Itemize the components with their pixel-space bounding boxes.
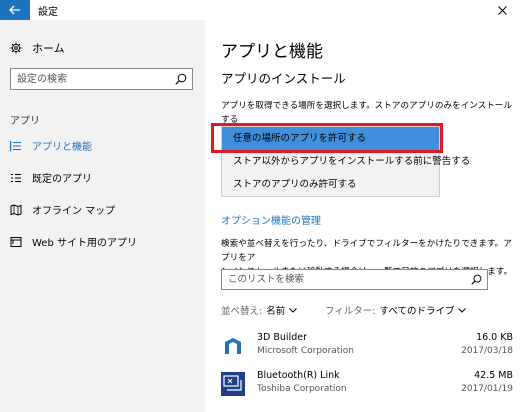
- window-title: 設定: [38, 7, 58, 18]
- sidebar-item-offline-maps[interactable]: オフライン マップ: [10, 202, 115, 217]
- app-size: 16.0 KB: [476, 332, 513, 343]
- filter-value: すべてのドライブ: [379, 306, 455, 317]
- app-list-item[interactable]: Bluetooth(R) Link Toshiba Corporation 42…: [221, 370, 513, 406]
- app-name: 3D Builder: [257, 332, 307, 343]
- filter-label: フィルター:: [325, 306, 376, 317]
- default-apps-icon: [10, 172, 22, 184]
- search-icon[interactable]: [175, 73, 187, 85]
- map-icon: [10, 203, 22, 216]
- sidebar-section-label: アプリ: [10, 116, 40, 127]
- app-name: Bluetooth(R) Link: [257, 370, 340, 381]
- chevron-down-icon: [458, 307, 467, 313]
- app-date: 2017/01/19: [461, 384, 513, 394]
- search-icon[interactable]: [471, 274, 482, 285]
- close-icon: [497, 5, 507, 15]
- optional-features-link[interactable]: オプション機能の管理: [221, 212, 321, 227]
- sort-value: 名前: [266, 306, 286, 317]
- sidebar-item-apps-features[interactable]: アプリと機能: [10, 138, 92, 153]
- sidebar-item-default-apps[interactable]: 既定のアプリ: [10, 170, 92, 185]
- sidebar-item-label: アプリと機能: [32, 142, 92, 153]
- app-size: 42.5 MB: [474, 370, 513, 381]
- gear-icon: [10, 42, 22, 54]
- dropdown-option-store-only[interactable]: ストアのアプリのみ許可する: [222, 173, 439, 196]
- app-list-item[interactable]: 3D Builder Microsoft Corporation 16.0 KB…: [221, 332, 513, 368]
- dropdown-option-warn[interactable]: ストア以外からアプリをインストールする前に警告する: [222, 150, 470, 173]
- sort-label: 並べ替え:: [221, 306, 263, 317]
- sidebar-item-label: Web サイト用のアプリ: [32, 238, 137, 249]
- title-bar: 設定: [0, 0, 521, 20]
- sort-dropdown[interactable]: 並べ替え: 名前: [221, 303, 298, 317]
- app-publisher: Toshiba Corporation: [257, 384, 347, 394]
- close-button[interactable]: [489, 0, 515, 20]
- bluetooth-link-icon: [221, 372, 245, 396]
- filter-dropdown[interactable]: フィルター: すべてのドライブ: [325, 303, 467, 317]
- app-list-search-box[interactable]: [221, 269, 488, 290]
- sidebar-home-label: ホーム: [32, 42, 65, 55]
- app-list-search-input[interactable]: [222, 270, 452, 289]
- back-arrow-icon: [9, 5, 20, 15]
- sidebar: ホーム アプリ アプリと機能 既定のアプリ: [0, 20, 205, 412]
- app-publisher: Microsoft Corporation: [257, 346, 354, 356]
- list-icon: [10, 140, 22, 152]
- list-description-line: 検索や並べ替えを行ったり、ドライブでフィルターをかけたりできます。アプリをア: [221, 239, 512, 263]
- install-section-title: アプリのインストール: [221, 71, 346, 86]
- back-button[interactable]: [0, 0, 30, 20]
- chevron-down-icon: [289, 307, 298, 313]
- 3d-builder-icon: [221, 334, 245, 358]
- settings-search-box[interactable]: [10, 68, 193, 90]
- page-title: アプリと機能: [221, 42, 323, 62]
- web-apps-icon: [10, 236, 22, 248]
- app-date: 2017/03/18: [461, 346, 513, 356]
- sidebar-item-label: 既定のアプリ: [32, 174, 92, 185]
- sidebar-item-web-apps[interactable]: Web サイト用のアプリ: [10, 234, 137, 249]
- sort-filter-bar: 並べ替え: 名前 フィルター: すべてのドライブ: [221, 303, 521, 319]
- sidebar-item-label: オフライン マップ: [32, 206, 116, 217]
- main-content: アプリと機能 アプリのインストール アプリを取得できる場所を選択します。ストアの…: [205, 20, 521, 412]
- settings-search-input[interactable]: [11, 69, 161, 89]
- sidebar-home[interactable]: ホーム: [10, 40, 65, 56]
- red-highlight-annotation: [211, 123, 443, 153]
